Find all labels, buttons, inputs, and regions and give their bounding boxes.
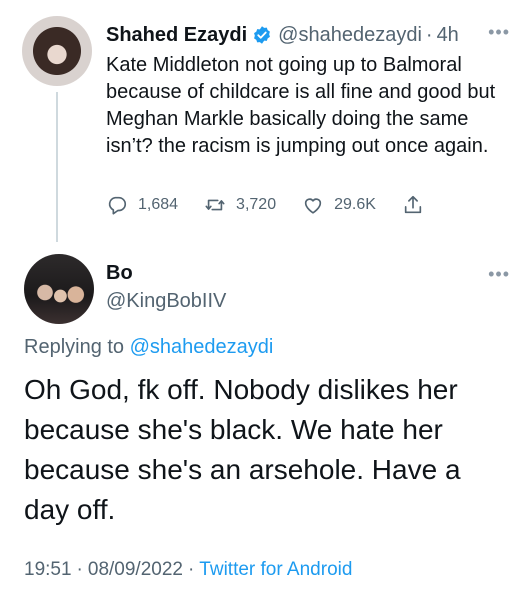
more-icon[interactable]: •••: [488, 22, 510, 43]
avatar[interactable]: [22, 16, 92, 86]
tweet-text: Oh God, fk off. Nobody dislikes her beca…: [24, 374, 461, 525]
like-icon: [304, 198, 322, 214]
replying-to-label: Replying to: [24, 336, 125, 358]
reply-count: 1,684: [138, 196, 179, 213]
share-button[interactable]: [402, 194, 424, 216]
author-name[interactable]: Bo: [106, 262, 133, 285]
replying-to-line: Replying to @shahedezaydi: [24, 336, 273, 359]
reply-icon: [108, 196, 127, 215]
author-handle[interactable]: @shahedezaydi: [278, 24, 422, 47]
replying-to-link[interactable]: @shahedezaydi: [130, 336, 274, 358]
parent-tweet[interactable]: Shahed Ezaydi @shahedezaydi · 4h ••• Kat…: [0, 0, 522, 250]
avatar[interactable]: [24, 254, 94, 324]
tweet-header: Shahed Ezaydi @shahedezaydi · 4h: [106, 22, 506, 48]
tweet-source-link[interactable]: Twitter for Android: [199, 559, 352, 580]
tweet-time[interactable]: 19:51: [24, 559, 72, 580]
tweet-date[interactable]: 08/09/2022: [88, 559, 183, 580]
thread-connector-line: [56, 92, 58, 242]
author-name[interactable]: Shahed Ezaydi: [106, 24, 247, 47]
share-icon: [404, 195, 422, 214]
author-handle[interactable]: @KingBobIIV: [106, 290, 226, 313]
retweet-icon: [205, 199, 225, 211]
retweet-count: 3,720: [236, 196, 277, 213]
more-icon[interactable]: •••: [488, 264, 510, 285]
tweet-actions: 1,684 3,720 29.6K: [106, 192, 450, 218]
verified-badge-icon: [254, 26, 271, 44]
separator-dot: ·: [425, 23, 433, 46]
separator-dot: ·: [187, 559, 195, 580]
tweet-time[interactable]: 4h: [437, 24, 459, 47]
tweet-text: Kate Middleton not going up to Balmoral …: [106, 54, 496, 157]
like-button[interactable]: 29.6K: [302, 194, 376, 216]
reply-button[interactable]: 1,684: [106, 194, 178, 216]
separator-dot: ·: [76, 559, 83, 580]
retweet-button[interactable]: 3,720: [204, 194, 276, 216]
tweet-metadata: 19:51 · 08/09/2022 · Twitter for Android: [24, 559, 352, 581]
like-count: 29.6K: [334, 196, 376, 213]
